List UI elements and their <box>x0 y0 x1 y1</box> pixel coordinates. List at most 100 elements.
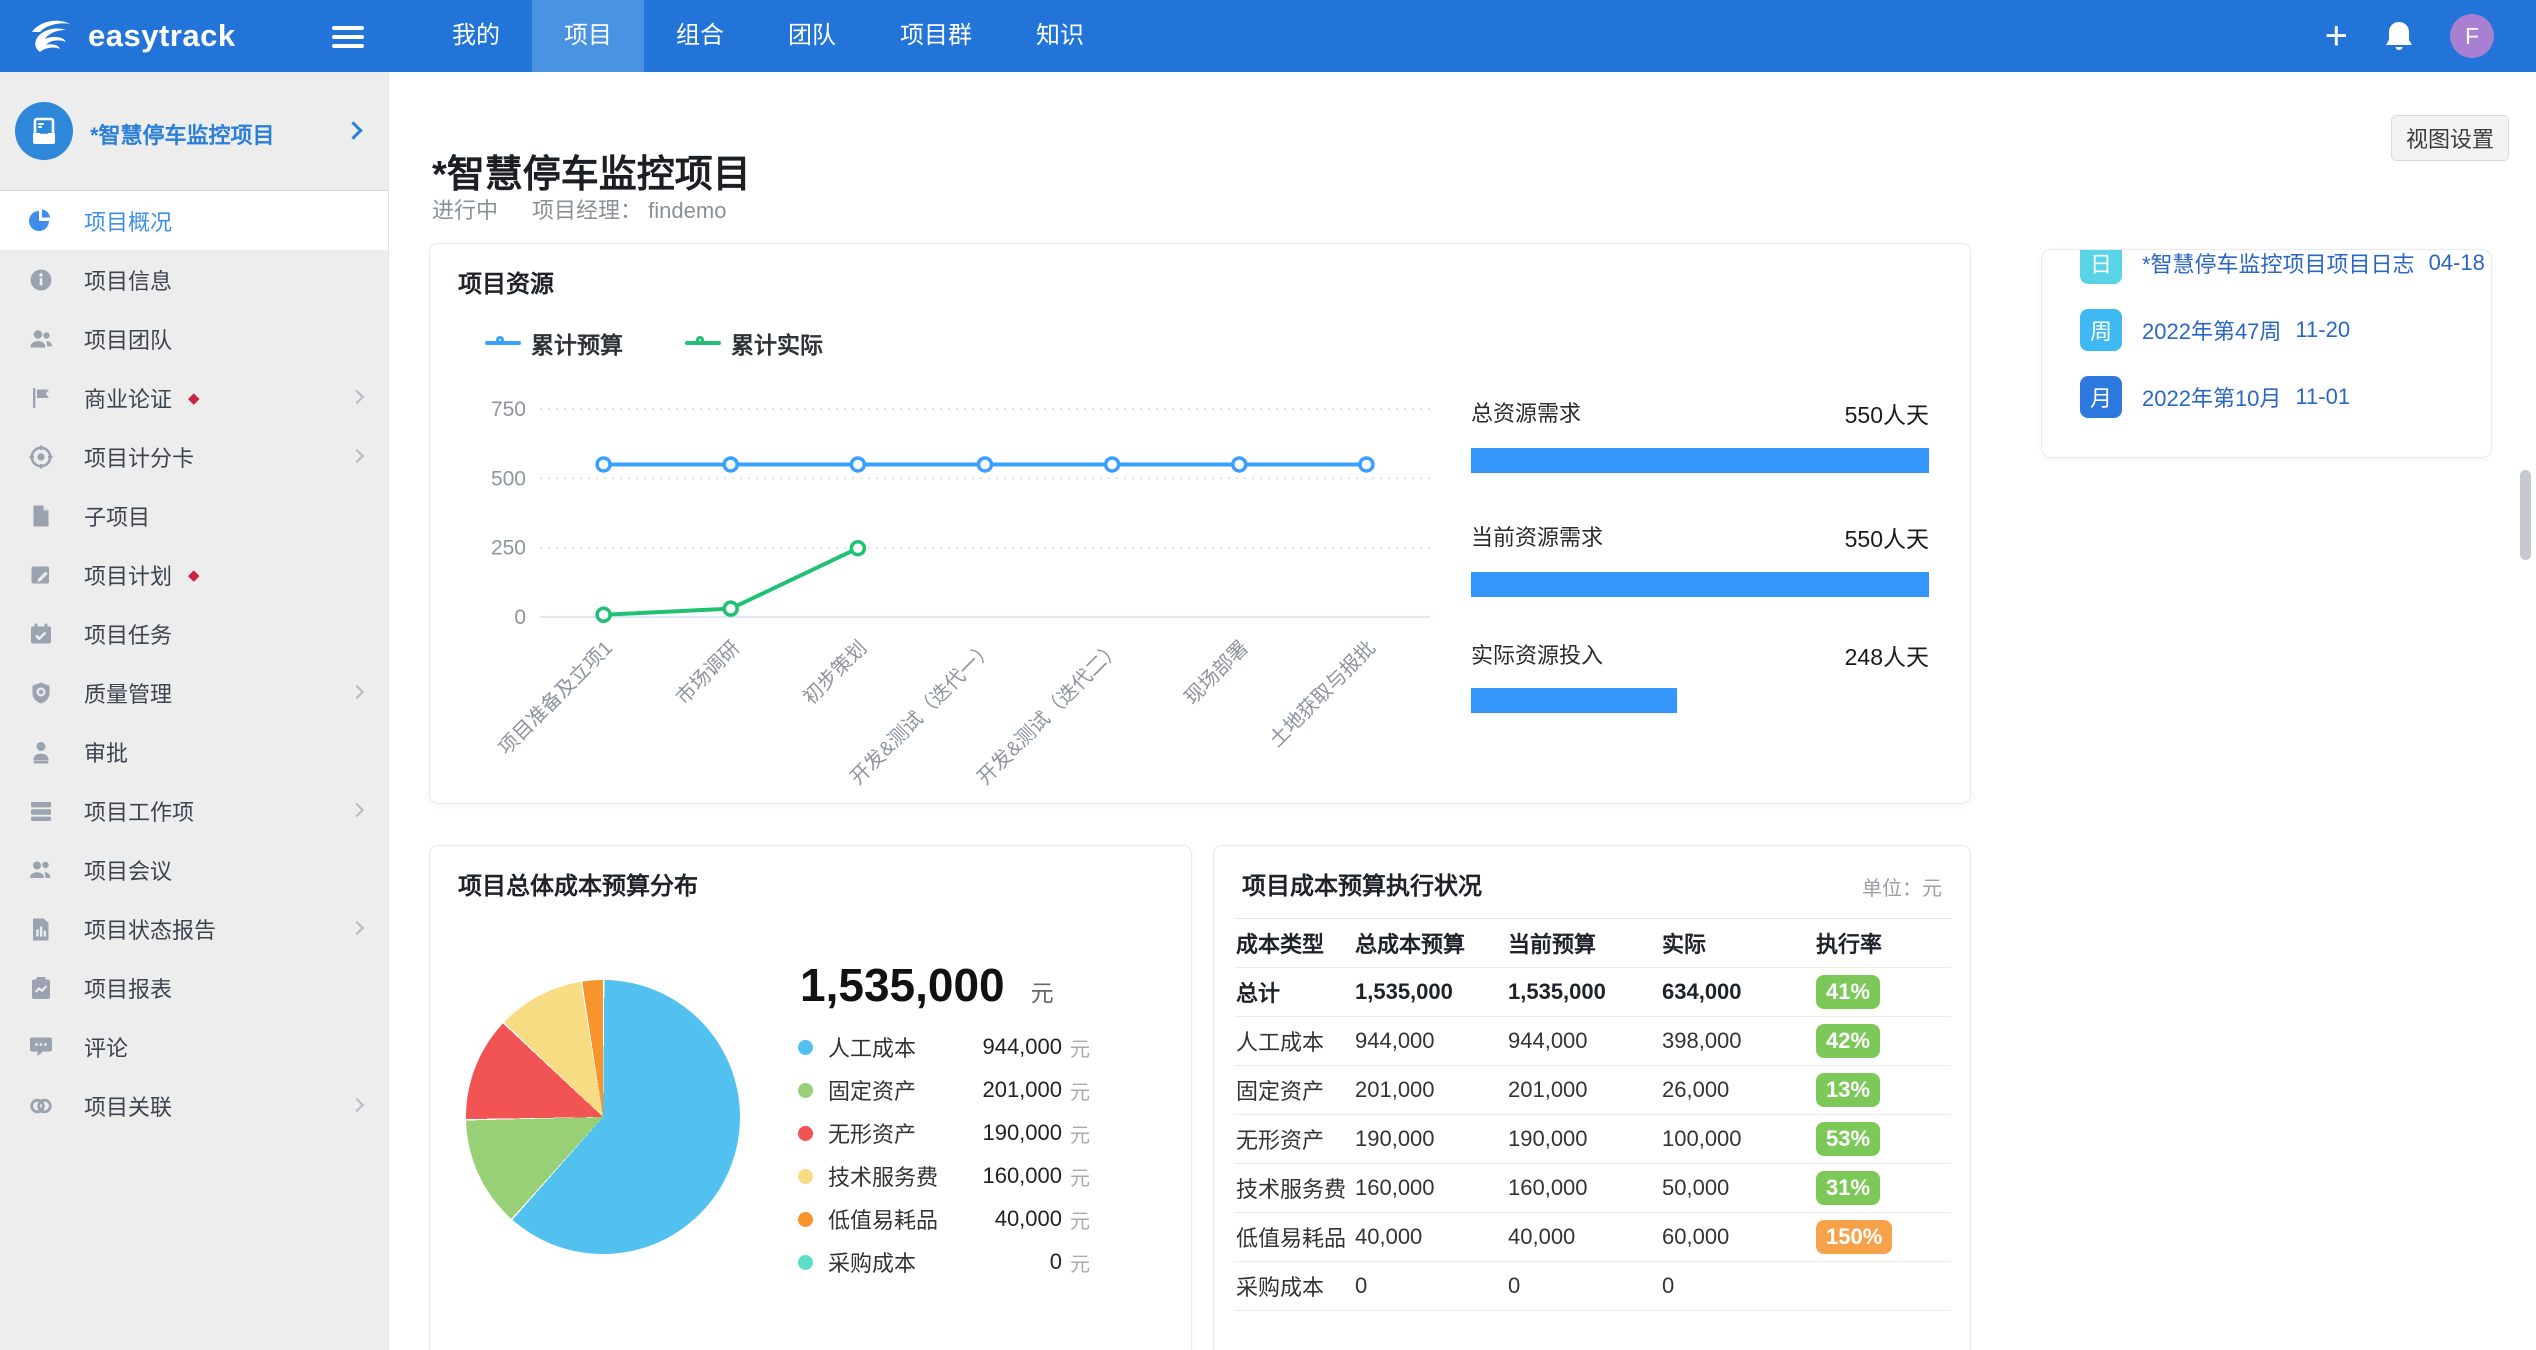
pie-legend-row[interactable]: 无形资产190,000元 <box>798 1120 1090 1146</box>
sidebar-item-business[interactable]: 商业论证◆ <box>0 368 388 427</box>
svg-text:初步策划: 初步策划 <box>799 636 872 709</box>
menu-icon[interactable] <box>332 26 364 48</box>
topnav-item[interactable]: 项目 <box>532 0 644 72</box>
sidebar-item-overview[interactable]: 项目概况 <box>0 191 388 250</box>
svg-text:现场部署: 现场部署 <box>1180 636 1253 709</box>
cost-table-row: 总计1,535,0001,535,000634,00041% <box>1235 968 1951 1017</box>
svg-text:0: 0 <box>514 606 526 629</box>
topbar: easytrack 我的项目组合团队项目群知识 + F <box>0 0 2536 72</box>
legend-item[interactable]: 累计预算 <box>485 326 623 360</box>
cost-table-rate-cell <box>1815 1262 1951 1311</box>
line-marker-icon <box>685 336 721 350</box>
pie-legend-value: 190,000 <box>982 1120 1062 1146</box>
cost-table-cell: 100,000 <box>1661 1115 1815 1164</box>
sidebar-item-plan[interactable]: 项目计划 ◆ <box>0 545 388 604</box>
sidebar-item-quality[interactable]: 质量管理 <box>0 663 388 722</box>
pie-legend: 人工成本944,000元固定资产201,000元无形资产190,000元技术服务… <box>798 1034 1090 1275</box>
legend-dot-icon <box>798 1126 813 1141</box>
notifications-icon[interactable] <box>2384 20 2414 52</box>
logo-text: easytrack <box>88 18 236 54</box>
cost-table-rate-cell: 31% <box>1815 1164 1951 1213</box>
resource-stats: 总资源需求550人天当前资源需求550人天实际资源投入248人天 <box>1471 244 1929 803</box>
sidebar-item-label: 项目计划 <box>84 559 172 591</box>
execution-rate-badge: 53% <box>1816 1122 1880 1156</box>
resource-stat-bar <box>1471 688 1677 713</box>
cost-table-rate-cell: 150% <box>1815 1213 1951 1262</box>
legend-dot-icon <box>798 1040 813 1055</box>
topnav-item[interactable]: 知识 <box>1004 0 1116 72</box>
sidebar-item-statusreport[interactable]: 项目状态报告 <box>0 899 388 958</box>
report-link[interactable]: 2022年第47周 <box>2142 314 2281 346</box>
app-window: easytrack 我的项目组合团队项目群知识 + F <box>0 0 2536 1350</box>
sidebar-item-info[interactable]: 项目信息 <box>0 250 388 309</box>
cost-table-cell: 技术服务费 <box>1235 1164 1354 1213</box>
pie-legend-row[interactable]: 低值易耗品40,000元 <box>798 1206 1090 1232</box>
project-selector[interactable]: *智慧停车监控项目 <box>0 72 388 190</box>
cost-table-rate-cell: 53% <box>1815 1115 1951 1164</box>
reportsheet-icon <box>28 975 54 1001</box>
legend-item[interactable]: 累计实际 <box>685 326 823 360</box>
cost-table-header-cell: 当前预算 <box>1507 919 1661 968</box>
cost-table-row: 人工成本944,000944,000398,00042% <box>1235 1017 1951 1066</box>
sidebar-item-relation[interactable]: 项目关联 <box>0 1076 388 1135</box>
pie-legend-row[interactable]: 技术服务费160,000元 <box>798 1163 1090 1189</box>
table-card-title: 项目成本预算执行状况 <box>1242 866 1482 901</box>
report-feed-item[interactable]: 月2022年第10月11-01 <box>2080 376 2491 418</box>
project-meta: 进行中 项目经理： findemo <box>432 193 726 225</box>
easytrack-logo[interactable]: easytrack <box>26 16 236 56</box>
view-settings-button[interactable]: 视图设置 <box>2391 115 2509 161</box>
sidebar-item-team[interactable]: 项目团队 <box>0 309 388 368</box>
report-feed-item[interactable]: 周2022年第47周11-20 <box>2080 309 2491 351</box>
cost-table-cell: 无形资产 <box>1235 1115 1354 1164</box>
report-link[interactable]: 2022年第10月 <box>2142 381 2281 413</box>
topnav-item[interactable]: 我的 <box>420 0 532 72</box>
cost-table-cell: 低值易耗品 <box>1235 1213 1354 1262</box>
cost-table-header-cell: 成本类型 <box>1235 919 1354 968</box>
resource-stat-label: 当前资源需求 <box>1471 520 1603 552</box>
cost-table-header-cell: 执行率 <box>1815 919 1951 968</box>
pie-legend-row[interactable]: 固定资产201,000元 <box>798 1077 1090 1103</box>
topnav-item[interactable]: 团队 <box>756 0 868 72</box>
red-diamond-badge: ◆ <box>188 389 200 407</box>
sidebar-item-approval[interactable]: 审批 <box>0 722 388 781</box>
sidebar-item-comment[interactable]: 评论 <box>0 1017 388 1076</box>
chevron-right-icon <box>344 121 362 139</box>
svg-text:市场调研: 市场调研 <box>671 636 744 709</box>
sidebar-item-label: 项目会议 <box>84 854 172 886</box>
sidebar-item-task[interactable]: 项目任务 <box>0 604 388 663</box>
cost-table-rate-cell: 42% <box>1815 1017 1951 1066</box>
pie-card-title: 项目总体成本预算分布 <box>458 866 698 901</box>
sidebar-item-scorecard[interactable]: 项目计分卡 <box>0 427 388 486</box>
cost-table-cell: 采购成本 <box>1235 1262 1354 1311</box>
sidebar-item-subproject[interactable]: 子项目 <box>0 486 388 545</box>
pie-legend-value: 160,000 <box>982 1163 1062 1189</box>
sidebar-item-reportsheet[interactable]: 项目报表 <box>0 958 388 1017</box>
sidebar-item-workitem[interactable]: 项目工作项 <box>0 781 388 840</box>
vertical-scrollbar-thumb[interactable] <box>2520 470 2531 560</box>
report-link[interactable]: *智慧停车监控项目项目日志 <box>2142 249 2415 279</box>
pie-legend-row[interactable]: 采购成本0元 <box>798 1249 1090 1275</box>
scorecard-icon <box>28 444 54 470</box>
project-resource-card: 项目资源 累计预算累计实际 0250500750项目准备及立项1市场调研初步策划… <box>429 243 1971 804</box>
pie-legend-unit: 元 <box>1070 1205 1090 1234</box>
chevron-right-icon <box>350 390 364 404</box>
topnav-item[interactable]: 项目群 <box>868 0 1004 72</box>
sidebar-item-label: 项目信息 <box>84 264 172 296</box>
chart-legend: 累计预算 累计实际 <box>485 326 823 360</box>
team-icon <box>28 326 54 352</box>
add-button[interactable]: + <box>2325 16 2348 56</box>
resource-stat-value: 550人天 <box>1845 396 1929 430</box>
sidebar-item-label: 项目任务 <box>84 618 172 650</box>
pie-legend-row[interactable]: 人工成本944,000元 <box>798 1034 1090 1060</box>
pie-total-value: 1,535,000 <box>800 958 1005 1012</box>
logo-swoosh-icon <box>26 16 78 56</box>
legend-dot-icon <box>798 1083 813 1098</box>
report-feed-item[interactable]: 日*智慧停车监控项目项目日志04-18 <box>2080 249 2491 284</box>
sidebar-item-label: 项目概况 <box>84 205 172 237</box>
user-avatar[interactable]: F <box>2450 14 2494 58</box>
execution-rate-badge: 42% <box>1816 1024 1880 1058</box>
topnav-item[interactable]: 组合 <box>644 0 756 72</box>
cost-table: 成本类型总成本预算当前预算实际执行率 总计1,535,0001,535,0006… <box>1235 918 1951 1311</box>
sidebar-item-meeting[interactable]: 项目会议 <box>0 840 388 899</box>
red-diamond-badge: ◆ <box>188 566 200 584</box>
